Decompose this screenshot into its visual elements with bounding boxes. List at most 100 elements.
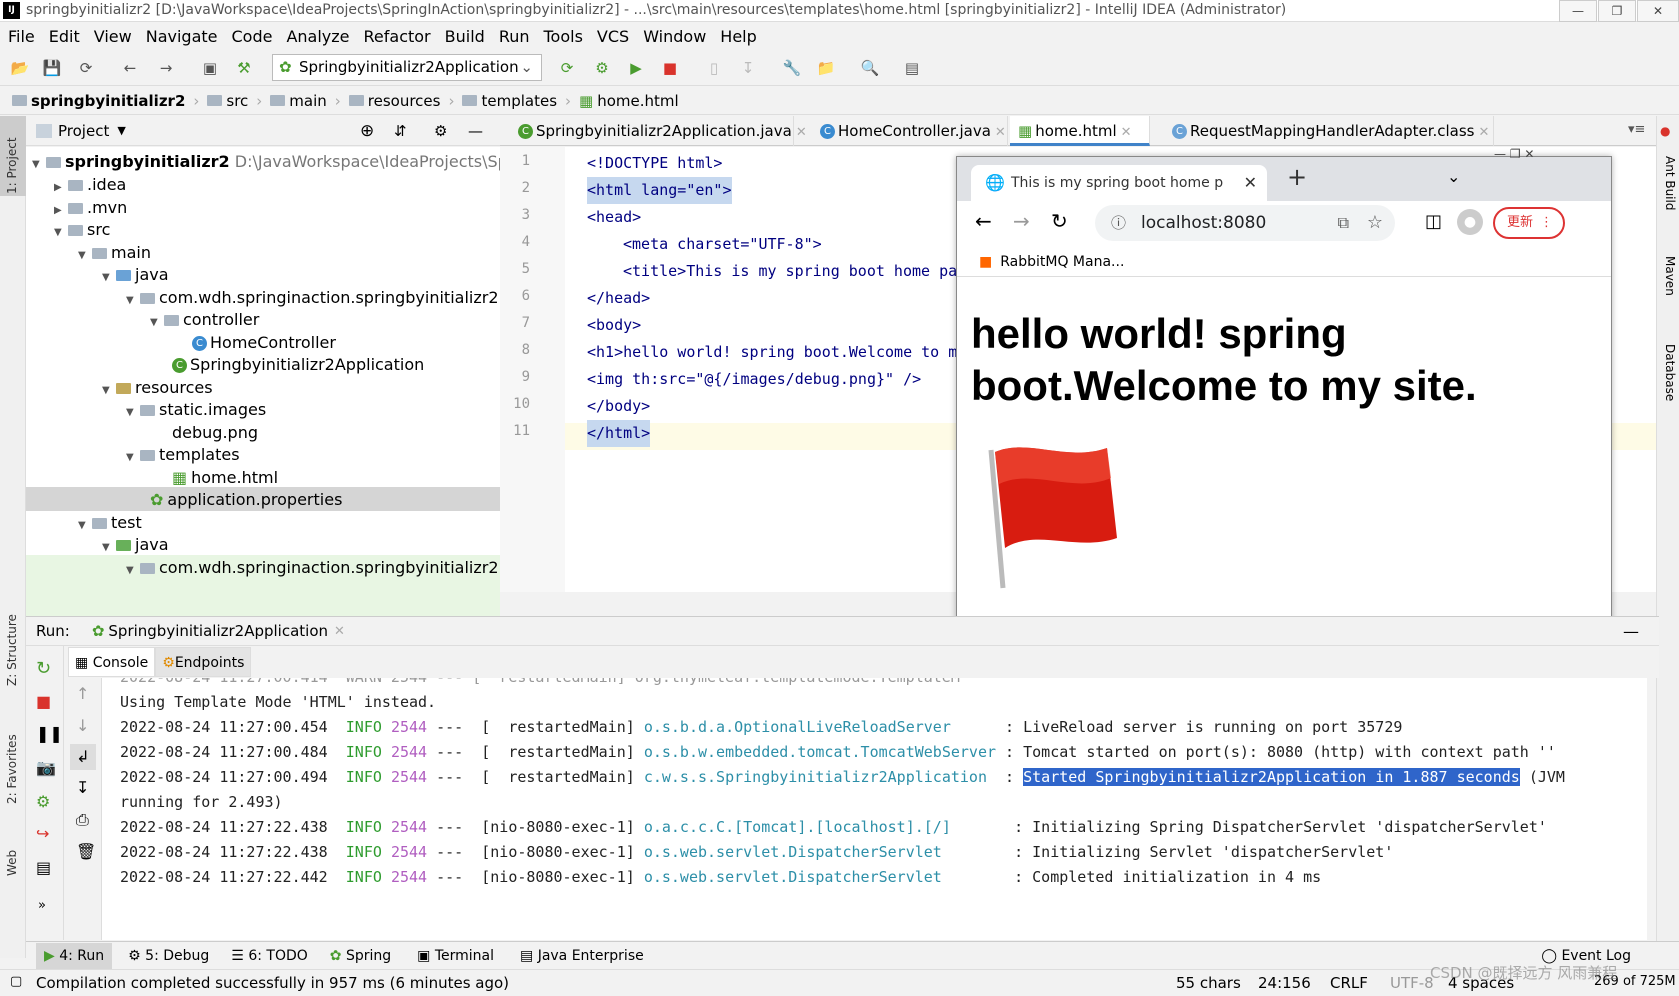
tool-web[interactable]: Web (5, 850, 19, 876)
tree-item[interactable]: debug.png (172, 421, 258, 445)
chevron-down-icon[interactable]: ⌄ (1447, 167, 1460, 186)
coverage-icon[interactable]: ▶ (626, 58, 646, 78)
breadcrumb-file[interactable]: home.html (597, 92, 678, 110)
tree-item[interactable]: ▼ main (78, 241, 151, 265)
error-indicator-icon[interactable]: ● (1660, 124, 1670, 138)
tree-item[interactable]: C HomeController (192, 331, 336, 355)
tree-root[interactable]: ▼ springbyinitializr2 D:\JavaWorkspace\Id… (32, 150, 500, 174)
menu-navigate[interactable]: Navigate (146, 27, 218, 46)
menu-help[interactable]: Help (720, 27, 756, 46)
menu-edit[interactable]: Edit (49, 27, 80, 46)
menu-analyze[interactable]: Analyze (286, 27, 349, 46)
build-hammer-icon[interactable]: ⚒ (234, 58, 254, 78)
tool-database[interactable]: Database (1663, 344, 1677, 401)
hide-panel-icon[interactable]: — (1623, 622, 1639, 641)
close-tab-icon[interactable]: ✕ (334, 624, 345, 639)
breadcrumb-resources[interactable]: resources (368, 92, 441, 110)
tabs-menu-icon[interactable]: ▾≡ (1628, 122, 1645, 137)
tree-item[interactable]: ▼ test (78, 511, 142, 535)
share-icon[interactable]: ⧉ (1338, 205, 1349, 241)
star-icon[interactable]: ☆ (1367, 205, 1383, 241)
stop-icon[interactable]: ■ (660, 58, 680, 78)
hide-panel-icon[interactable]: — (468, 122, 483, 140)
tool-run[interactable]: ▶ 4: Run (36, 942, 113, 969)
tool-project[interactable]: 1: Project (5, 137, 19, 194)
tool-spring[interactable]: ✿ Spring (330, 948, 391, 964)
down-arrow-icon[interactable]: ↓ (76, 716, 89, 735)
menu-build[interactable]: Build (445, 27, 485, 46)
tool-debug[interactable]: ⚙ 5: Debug (128, 948, 209, 964)
menu-refactor[interactable]: Refactor (364, 27, 431, 46)
rerun-icon[interactable]: ⟳ (557, 58, 577, 78)
tree-item[interactable]: ▼ src (54, 218, 110, 242)
tab-home-html[interactable]: ▦ home.html ✕ (1010, 116, 1150, 146)
layout-icon[interactable]: ▤ (36, 858, 51, 877)
tree-item[interactable]: ▶ .idea (54, 173, 126, 197)
chevron-down-icon[interactable]: ▼ (117, 124, 125, 137)
up-arrow-icon[interactable]: ↑ (76, 684, 89, 703)
vcs-update-icon[interactable]: ▯ (704, 58, 724, 78)
locate-icon[interactable]: ⊕ (360, 121, 374, 141)
scroll-to-end-icon[interactable]: ↧ (76, 778, 89, 797)
soft-wrap-icon[interactable]: ↲ (70, 744, 96, 770)
tree-item[interactable]: ▼ com.wdh.springinaction.springbyinitiali… (126, 286, 499, 310)
tool-todo[interactable]: ☰ 6: TODO (231, 948, 307, 964)
tree-item[interactable]: ▼ controller (150, 308, 259, 332)
project-structure-folder-icon[interactable]: 📁 (816, 58, 836, 78)
tree-item[interactable]: ▼ java (102, 263, 169, 287)
breadcrumb-templates[interactable]: templates (481, 92, 557, 110)
rerun-icon[interactable]: ↻ (36, 658, 51, 679)
breadcrumb-src[interactable]: src (226, 92, 248, 110)
address-bar[interactable]: ⓘ localhost:8080 ⧉ ☆ (1095, 205, 1395, 241)
stop-icon[interactable]: ■ (36, 692, 51, 711)
maximize-button[interactable]: ❐ (1598, 0, 1636, 22)
tree-item[interactable]: ▼ static.images (126, 398, 266, 422)
more-icon[interactable]: » (38, 898, 46, 913)
tree-item[interactable]: ▼ java (102, 533, 169, 557)
tree-item[interactable]: ▼ templates (126, 443, 240, 467)
tab-homecontroller[interactable]: C HomeController.java ✕ (812, 116, 1008, 146)
debug-bug-icon[interactable]: ⚙ (36, 792, 50, 811)
run-config-tab[interactable]: Springbyinitializr2Application (108, 622, 328, 640)
forward-arrow-icon[interactable]: → (156, 58, 176, 78)
open-folder-icon[interactable]: 📂 (10, 58, 30, 78)
save-icon[interactable]: 💾 (42, 58, 62, 78)
menu-tools[interactable]: Tools (544, 27, 583, 46)
tree-item[interactable]: ▶ .mvn (54, 196, 127, 220)
presentation-icon[interactable]: ▤ (902, 58, 922, 78)
tree-item[interactable]: ▼ resources (102, 376, 213, 400)
vcs-commit-icon[interactable]: ↧ (738, 58, 758, 78)
close-tab-icon[interactable]: ✕ (1479, 125, 1490, 140)
menu-code[interactable]: Code (232, 27, 273, 46)
print-icon[interactable]: ⎙ (76, 810, 89, 830)
close-window-button[interactable]: ✕ (1637, 0, 1679, 22)
sync-icon[interactable]: ⟳ (76, 58, 96, 78)
close-tab-icon[interactable]: ✕ (995, 125, 1006, 140)
run-config-select[interactable]: ✿ Springbyinitializr2Application ⌄ (272, 54, 542, 81)
tree-item-selected[interactable]: ▦ home.html (172, 466, 278, 490)
status-encoding[interactable]: UTF-8 (1390, 974, 1434, 992)
menu-view[interactable]: View (94, 27, 132, 46)
search-icon[interactable]: 🔍 (860, 58, 880, 78)
collapse-all-icon[interactable]: ⇵ (394, 122, 407, 140)
close-tab-icon[interactable]: ✕ (1244, 165, 1257, 201)
exit-icon[interactable]: ↪ (36, 824, 49, 843)
profile-avatar[interactable]: ● (1457, 209, 1483, 235)
browser-window-controls[interactable]: — ❐ ✕ (1494, 147, 1611, 167)
forward-arrow-icon[interactable]: → (1013, 209, 1030, 233)
tab-springbyinitializr2application[interactable]: C Springbyinitializr2Application.java ✕ (510, 116, 807, 146)
tool-ant-build[interactable]: Ant Build (1663, 156, 1677, 210)
sidepanel-icon[interactable]: ◫ (1425, 211, 1442, 232)
browser-tab[interactable]: 🌐 This is my spring boot home p ✕ (971, 165, 1267, 201)
menu-vcs[interactable]: VCS (597, 27, 629, 46)
menu-run[interactable]: Run (499, 27, 530, 46)
tool-structure[interactable]: Z: Structure (5, 614, 19, 686)
tree-item[interactable]: C Springbyinitializr2Application (172, 353, 424, 377)
tool-favorites[interactable]: 2: Favorites (5, 734, 19, 804)
menu-file[interactable]: File (8, 27, 35, 46)
console-output[interactable]: 2022-08-24 11:27:00.414 WARN 2544 --- [ … (102, 678, 1647, 940)
update-button[interactable]: 更新 ⋮ (1493, 207, 1565, 239)
camera-icon[interactable]: 📷 (36, 758, 56, 777)
status-caret-position[interactable]: 24:156 (1258, 974, 1311, 992)
tab-requestmappinghandleradapter[interactable]: C RequestMappingHandlerAdapter.class ✕ (1164, 116, 1494, 146)
